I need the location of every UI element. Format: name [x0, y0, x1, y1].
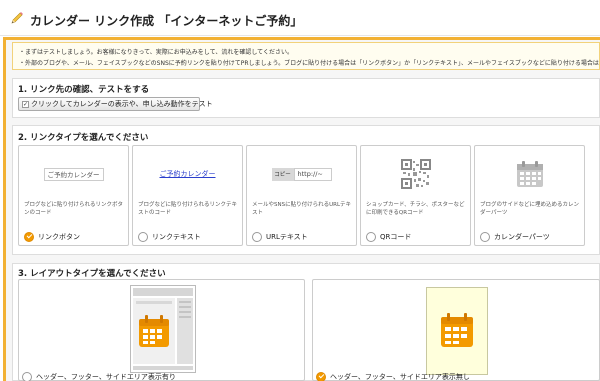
test-button-label: クリックしてカレンダーの表示や、申し込み動作をテスト [31, 100, 213, 108]
url-value: http://~ [293, 167, 332, 181]
layout-card-no-sidebar[interactable] [312, 279, 600, 381]
radio-url-text[interactable]: URLテキスト [252, 232, 308, 242]
notice-line-2: ・外部のブログや、メール、フェイスブックなどのSNSに予約リンクを貼り付けてPR… [19, 60, 600, 67]
radio-unchecked-icon[interactable] [366, 232, 376, 242]
radio-unchecked-icon[interactable] [138, 232, 148, 242]
link-type-card-url[interactable]: コピー http://~ メールやSNSに貼り付けられるURLテキスト URLテ… [246, 145, 357, 246]
notice-box: ・まずはテストしましょう。お客様になりきって、実際にお申込みをして、流れを確認し… [12, 42, 600, 70]
radio-unchecked-icon[interactable] [22, 372, 32, 381]
option-label: カレンダーパーツ [494, 233, 550, 241]
card-preview: コピー http://~ [247, 154, 356, 194]
radio-checked-icon[interactable] [316, 372, 326, 381]
pencil-icon [11, 12, 23, 24]
page-header: カレンダー リンク作成 「インターネットご予約」 [0, 0, 600, 36]
radio-qr-code[interactable]: QRコード [366, 232, 411, 242]
link-text-preview: ご予約カレンダー [159, 170, 216, 178]
option-label: QRコード [380, 233, 412, 241]
option-label: ヘッダー、フッター、サイドエリア表示有り [36, 373, 176, 381]
layout-no-header-sidebar-icon [426, 287, 488, 375]
link-type-card-qr[interactable]: ショップカード、チラシ、ポスターなどに印刷できるQRコード QRコード [360, 145, 471, 246]
check-icon: ✓ [22, 100, 29, 108]
layout-with-header-sidebar-icon [130, 285, 196, 373]
radio-unchecked-icon[interactable] [252, 232, 262, 242]
card-preview: ご予約カレンダー [19, 154, 128, 194]
radio-unchecked-icon[interactable] [480, 232, 490, 242]
radio-layout-with-sidebar[interactable]: ヘッダー、フッター、サイドエリア表示有り [22, 372, 176, 381]
section-3-title: 3. レイアウトタイプを選んでください [18, 269, 166, 279]
card-description: ブログのサイドなどに埋め込めるカレンダーパーツ [480, 202, 580, 216]
link-type-card-calendar[interactable]: ブログのサイドなどに埋め込めるカレンダーパーツ カレンダーパーツ [474, 145, 585, 246]
option-label: リンクテキスト [152, 233, 201, 241]
layout-card-with-sidebar[interactable] [18, 279, 305, 381]
card-description: ブログなどに貼り付けられるリンクボタンのコード [24, 202, 124, 216]
radio-link-button[interactable]: リンクボタン [24, 232, 80, 242]
copy-label: コピー [271, 167, 294, 181]
calendar-icon [516, 161, 543, 187]
page-title: カレンダー リンク作成 「インターネットご予約」 [30, 14, 303, 28]
option-label: ヘッダー、フッター、サイドエリア表示無し [330, 373, 470, 381]
card-preview: ご予約カレンダー [133, 154, 242, 194]
radio-link-text[interactable]: リンクテキスト [138, 232, 201, 242]
card-description: メールやSNSに貼り付けられるURLテキスト [252, 202, 352, 216]
card-description: ブログなどに貼り付けられるリンクテキストのコード [138, 202, 238, 216]
test-calendar-button[interactable]: ✓ クリックしてカレンダーの表示や、申し込み動作をテスト [18, 97, 213, 111]
link-type-card-button[interactable]: ご予約カレンダー ブログなどに貼り付けられるリンクボタンのコード リンクボタン [18, 145, 129, 246]
card-description: ショップカード、チラシ、ポスターなどに印刷できるQRコード [366, 202, 465, 216]
section-2-title: 2. リンクタイプを選んでください [18, 133, 149, 143]
radio-layout-no-sidebar[interactable]: ヘッダー、フッター、サイドエリア表示無し [316, 372, 470, 381]
option-label: リンクボタン [38, 233, 80, 241]
notice-line-1: ・まずはテストしましょう。お客様になりきって、実際にお申込みをして、流れを確認し… [19, 49, 293, 56]
option-label: URLテキスト [266, 233, 308, 241]
url-text-preview: コピー http://~ [271, 167, 332, 181]
card-preview [361, 154, 470, 194]
section-1-title: 1. リンク先の確認、テストをする [18, 85, 150, 95]
radio-checked-icon[interactable] [24, 232, 34, 242]
link-type-card-text[interactable]: ご予約カレンダー ブログなどに貼り付けられるリンクテキストのコード リンクテキス… [132, 145, 243, 246]
qr-code-icon [400, 159, 431, 189]
radio-calendar-parts[interactable]: カレンダーパーツ [480, 232, 550, 242]
link-button-preview: ご予約カレンダー [43, 167, 104, 181]
card-preview [475, 154, 584, 194]
